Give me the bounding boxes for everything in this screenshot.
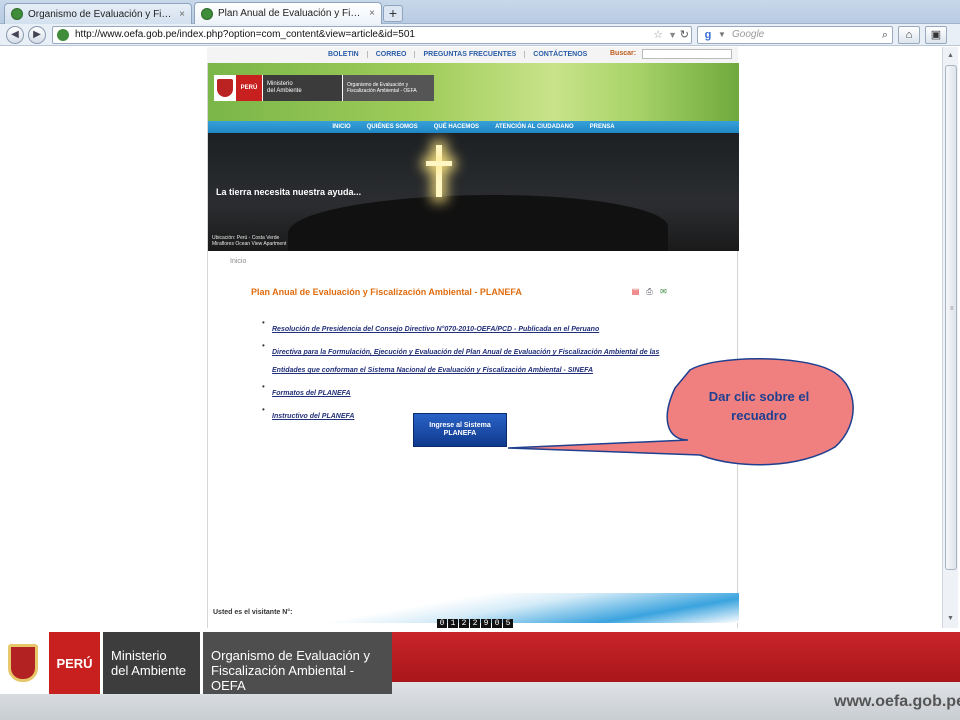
footer-url: www.oefa.gob.pe (834, 693, 960, 710)
peru-crest-icon (0, 632, 46, 694)
footer-oefa: Organismo de Evaluación y Fiscalización … (200, 632, 392, 694)
screen: Organismo de Evaluación y Fiscalizaci...… (0, 0, 960, 720)
footer-logo-band: PERÚ Ministerio del Ambiente Organismo d… (0, 632, 392, 694)
footer-peru: PERÚ (46, 632, 100, 694)
callout-line-1: Dar clic sobre el (708, 389, 810, 404)
callout-text: Dar clic sobre el recuadro (676, 387, 842, 425)
slide-footer: PERÚ Ministerio del Ambiente Organismo d… (0, 632, 960, 720)
callout-bubble (507, 358, 854, 466)
callout-line-2: recuadro (731, 408, 787, 423)
footer-red-band (392, 632, 960, 682)
footer-ministerio: Ministerio del Ambiente (100, 632, 200, 694)
